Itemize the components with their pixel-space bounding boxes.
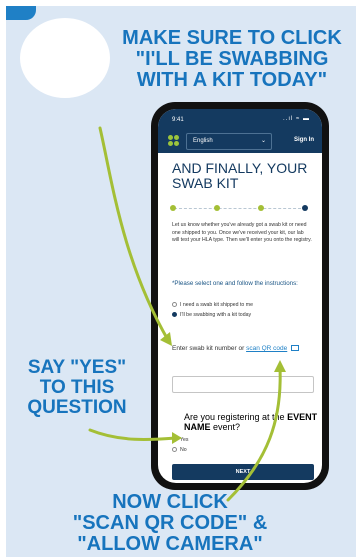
instruction-yes-line: SAY "YES" (27, 357, 127, 378)
corner-tab (6, 6, 36, 20)
chevron-down-icon: ⌄ (260, 138, 266, 144)
swab-kit-input[interactable] (172, 376, 314, 393)
sign-in-link[interactable]: Sign In (294, 137, 314, 143)
option-label: I'll be swabbing with a kit today (180, 312, 252, 318)
language-select[interactable]: English ⌄ (186, 133, 272, 150)
step-dot (170, 205, 176, 211)
radio-button[interactable] (172, 447, 177, 453)
swab-kit-label: Enter swab kit number or scan QR code (172, 344, 320, 353)
radio-button[interactable] (172, 302, 177, 308)
next-button[interactable]: NEXT (172, 464, 314, 480)
progress-line (174, 208, 306, 209)
language-value: English (193, 138, 213, 144)
radio-button-selected[interactable] (172, 437, 177, 443)
answer-label: No (180, 447, 187, 453)
step-dot (214, 205, 220, 211)
status-time: 9:41 (172, 117, 184, 123)
instruction-bottom-line: "SCAN QR CODE" & (72, 512, 268, 534)
instruction-yes: SAY "YES" TO THIS QUESTION (12, 358, 142, 418)
page-title: AND FINALLY, YOUR SWAB KIT (172, 160, 308, 192)
qr-code-icon[interactable] (291, 345, 300, 352)
progress-steps (170, 204, 310, 214)
instruction-top: MAKE SURE TO CLICK "I'LL BE SWABBING WIT… (112, 28, 352, 91)
app-header: English ⌄ Sign In (158, 129, 322, 153)
instruction-bottom-line: "ALLOW CAMERA" (77, 533, 263, 555)
answer-no[interactable]: No (172, 447, 212, 453)
event-question-suffix: event? (213, 421, 241, 432)
phone-frame: 9:41 ..ıl ≈ ▬ English ⌄ Sign In AND FINA… (151, 102, 329, 490)
swab-label-text: Enter swab kit number or (172, 345, 245, 352)
radio-button-selected[interactable] (172, 312, 177, 318)
instruction-bottom-line: NOW CLICK (112, 491, 228, 513)
instruction-yes-line: QUESTION (27, 396, 127, 418)
event-question-prefix: Are you registering at the (184, 412, 285, 422)
status-bar: 9:41 ..ıl ≈ ▬ (158, 109, 322, 129)
instruction-top-line: WITH A KIT TODAY" (136, 69, 328, 91)
instruction-top-line: "I'LL BE SWABBING (135, 48, 329, 70)
option-label: I need a swab kit shipped to me (180, 302, 253, 308)
answer-label: Yes (180, 437, 189, 443)
step-dot-current (302, 205, 308, 211)
step-dot (258, 205, 264, 211)
event-question: Are you registering at the EVENT NAME ev… (184, 412, 318, 433)
answer-yes[interactable]: Yes (172, 437, 212, 443)
signal-icon: ..ıl ≈ ▬ (283, 116, 310, 122)
intro-text: Let us know whether you've already got a… (172, 222, 312, 244)
option-ship-kit[interactable]: I need a swab kit shipped to me (172, 302, 312, 308)
kit-question: *Please select one and follow the instru… (172, 280, 298, 287)
logo-icon (168, 135, 180, 147)
scan-qr-link[interactable]: scan QR code (246, 345, 287, 352)
instruction-bottom: NOW CLICK "SCAN QR CODE" & "ALLOW CAMERA… (20, 492, 320, 555)
white-circle (20, 18, 110, 98)
phone-screen: 9:41 ..ıl ≈ ▬ English ⌄ Sign In AND FINA… (158, 109, 322, 483)
instruction-graphic: MAKE SURE TO CLICK "I'LL BE SWABBING WIT… (0, 0, 359, 557)
instruction-top-line: MAKE SURE TO CLICK (122, 27, 342, 49)
instruction-yes-line: TO THIS (39, 376, 115, 398)
option-swab-today[interactable]: I'll be swabbing with a kit today (172, 312, 312, 318)
